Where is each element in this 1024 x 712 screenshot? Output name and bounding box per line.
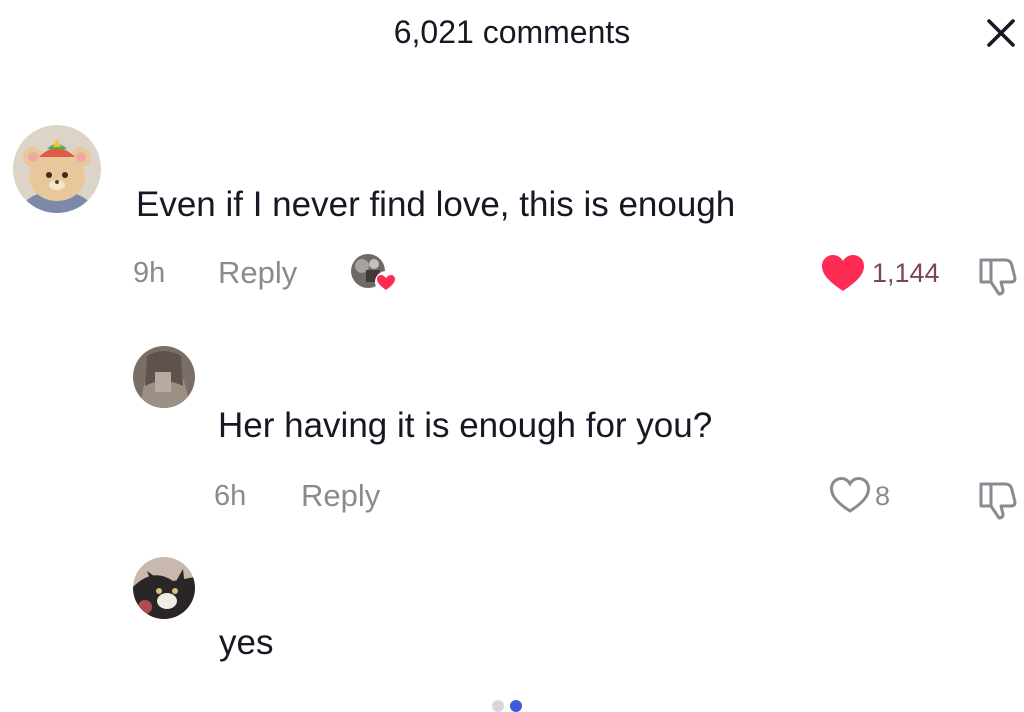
hamster-avatar-icon: [13, 125, 101, 213]
close-icon: [987, 19, 1015, 47]
like-button[interactable]: [829, 476, 871, 514]
close-button[interactable]: [984, 16, 1018, 50]
heart-outline-icon: [829, 476, 871, 513]
thumbs-down-icon: [979, 482, 1017, 520]
like-count: 1,144: [872, 258, 940, 288]
comment-text: yes: [219, 623, 274, 662]
heart-filled-icon: [822, 255, 864, 291]
thumbs-down-icon: [979, 258, 1017, 296]
like-button[interactable]: [820, 253, 866, 293]
replier-avatar[interactable]: [133, 346, 195, 408]
reply-button[interactable]: Reply: [301, 478, 380, 514]
scroll-dot: [492, 700, 504, 712]
creator-avatar-icon: [351, 254, 397, 293]
scroll-indicator: [488, 700, 536, 712]
comment-timestamp: 6h: [214, 480, 247, 512]
dislike-button[interactable]: [977, 476, 1021, 520]
scroll-dot-active: [510, 700, 522, 712]
dislike-button[interactable]: [977, 252, 1021, 296]
user-avatar-icon: [133, 346, 195, 408]
replier-avatar[interactable]: [133, 557, 195, 619]
reply-button[interactable]: Reply: [218, 255, 297, 291]
like-count: 8: [875, 481, 891, 511]
comment-timestamp: 9h: [133, 257, 166, 289]
comments-header: 6,021 comments: [0, 0, 1024, 70]
cat-avatar-icon: [133, 557, 195, 619]
creator-liked-badge: [348, 252, 400, 294]
comment-text: Her having it is enough for you?: [218, 406, 713, 445]
comments-count-title: 6,021 comments: [393, 14, 631, 50]
comment-text: Even if I never find love, this is enoug…: [136, 185, 736, 224]
commenter-avatar[interactable]: [13, 125, 101, 213]
